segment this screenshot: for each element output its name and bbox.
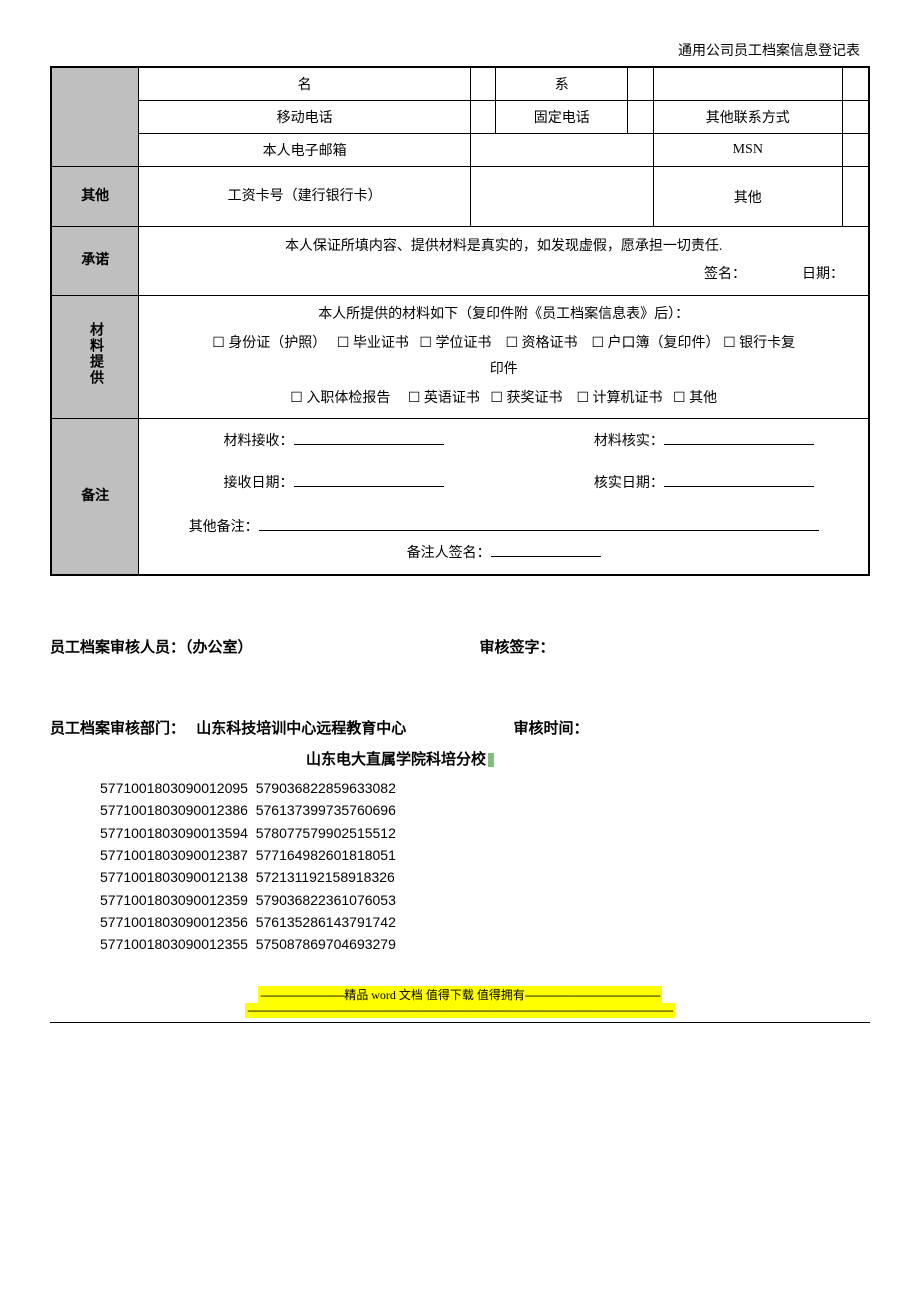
- receive-line: [294, 431, 444, 445]
- numbers-list: 5771001803090012095 579036822859633082 5…: [50, 777, 870, 956]
- page-bottom-border: [50, 1022, 870, 1023]
- remarker-sign-line: [491, 543, 601, 557]
- number-row: 5771001803090012138 572131192158918326: [100, 866, 870, 888]
- checkbox-icon: ☐: [505, 334, 518, 350]
- checkbox-icon: ☐: [419, 334, 432, 350]
- label-relation: 系: [496, 67, 628, 101]
- materials-intro: 本人所提供的材料如下（复印件附《员工档案信息表》后）：: [143, 302, 864, 329]
- footer-dash-left: ----------------------------: [260, 988, 344, 1002]
- label-salary-card: 工资卡号（建行银行卡）: [139, 167, 470, 227]
- value-other-contact: [842, 101, 869, 134]
- checkbox-icon: ☐: [490, 389, 503, 405]
- row-name-relation: 名 系: [51, 67, 869, 101]
- value-salary-card: [470, 167, 653, 227]
- label-mobile: 移动电话: [139, 101, 470, 134]
- number-row: 5771001803090012095 579036822859633082: [100, 777, 870, 799]
- label-other-other: 其他: [653, 167, 842, 227]
- review-dept-block: 员工档案审核部门： 山东科技培训中心远程教育中心 审核时间： 山东电大直属学院科…: [50, 717, 870, 769]
- side-remarks: 备注: [51, 419, 139, 575]
- footer-dash-right: ----------------------------------------…: [525, 988, 660, 1002]
- number-row: 5771001803090012387 577164982601818051: [100, 844, 870, 866]
- materials-line2: ☐ 入职体检报告 ☐ 英语证书 ☐ 获奖证书 ☐ 计算机证书 ☐ 其他: [143, 384, 864, 413]
- form-table: 名 系 移动电话 固定电话 其他联系方式 本人电子邮箱 MSN 其他 工资卡号（…: [50, 66, 870, 576]
- materials-line1-suffix: 印件: [143, 357, 864, 384]
- label-fixed-phone: 固定电话: [496, 101, 628, 134]
- label-email: 本人电子邮箱: [139, 134, 470, 167]
- other-remarks-label: 其他备注：: [189, 520, 259, 535]
- checkbox-icon: ☐: [673, 389, 686, 405]
- review-time-label: 审核时间：: [513, 717, 870, 738]
- commitment-sign-label: 签名：: [704, 267, 746, 282]
- value-other-other: [842, 167, 869, 227]
- value-name: [470, 67, 495, 101]
- value-relation: [628, 67, 653, 101]
- blank-1: [653, 67, 842, 101]
- row-remarks: 备注 材料接收： 材料核实： 接收日期： 核实日期： 其他备注：: [51, 419, 869, 575]
- number-row: 5771001803090012359 579036822361076053: [100, 889, 870, 911]
- verify-date-line: [664, 473, 814, 487]
- checkbox-icon: ☐: [337, 334, 350, 350]
- receive-label: 材料接收：: [224, 434, 294, 449]
- row-commitment: 承诺 本人保证所填内容、提供材料是真实的，如发现虚假，愿承担一切责任. 签名： …: [51, 227, 869, 296]
- footer-banner: ----------------------------精品 word 文档 值…: [50, 986, 870, 1018]
- page-header-title: 通用公司员工档案信息登记表: [50, 40, 870, 60]
- row-materials: 材料提供 本人所提供的材料如下（复印件附《员工档案信息表》后）： ☐ 身份证（护…: [51, 296, 869, 419]
- value-fixed-phone: [628, 101, 653, 134]
- dept-value-1: 山东科技培训中心远程教育中心: [196, 721, 406, 737]
- blank-2: [842, 67, 869, 101]
- receive-date-line: [294, 473, 444, 487]
- verify-line: [664, 431, 814, 445]
- value-msn: [842, 134, 869, 167]
- checkbox-icon: ☐: [212, 334, 225, 350]
- label-other-contact: 其他联系方式: [653, 101, 842, 134]
- materials-content: 本人所提供的材料如下（复印件附《员工档案信息表》后）： ☐ 身份证（护照） ☐ …: [139, 296, 869, 419]
- row-phones: 移动电话 固定电话 其他联系方式: [51, 101, 869, 134]
- commitment-text: 本人保证所填内容、提供材料是真实的，如发现虚假，愿承担一切责任.: [143, 233, 864, 261]
- value-mobile: [470, 101, 495, 134]
- number-row: 5771001803090012356 576135286143791742: [100, 911, 870, 933]
- footer-text: 精品 word 文档 值得下载 值得拥有: [344, 988, 525, 1002]
- checkbox-icon: ☐: [723, 334, 736, 350]
- verify-label: 材料核实：: [594, 434, 664, 449]
- number-row: 5771001803090012355 575087869704693279: [100, 933, 870, 955]
- checkbox-icon: ☐: [290, 389, 303, 405]
- remarks-content: 材料接收： 材料核实： 接收日期： 核实日期： 其他备注： 备注人签名：: [139, 419, 869, 575]
- other-remarks-line: [259, 517, 819, 531]
- dept-value-2: 山东电大直属学院科培分校: [306, 752, 486, 768]
- receive-date-label: 接收日期：: [224, 476, 294, 491]
- materials-line1: ☐ 身份证（护照） ☐ 毕业证书 ☐ 学位证书 ☐ 资格证书 ☐ 户口簿（复印件…: [143, 329, 864, 358]
- checkbox-icon: ☐: [592, 334, 605, 350]
- cursor-icon: [488, 753, 494, 767]
- row-other-section: 其他 工资卡号（建行银行卡） 其他: [51, 167, 869, 227]
- commitment-date-label: 日期：: [802, 267, 844, 282]
- side-blank-1: [51, 67, 139, 167]
- value-email: [470, 134, 653, 167]
- number-row: 5771001803090013594 578077579902515512: [100, 822, 870, 844]
- footer-line2: ----------------------------------------…: [245, 1003, 674, 1018]
- row-email-msn: 本人电子邮箱 MSN: [51, 134, 869, 167]
- side-other: 其他: [51, 167, 139, 227]
- checkbox-icon: ☐: [576, 389, 589, 405]
- side-commitment: 承诺: [51, 227, 139, 296]
- review-sign-label: 审核签字：: [480, 636, 870, 657]
- checkbox-icon: ☐: [408, 389, 421, 405]
- remarker-sign-label: 备注人签名：: [407, 546, 491, 561]
- reviewer-row: 员工档案审核人员：（办公室） 审核签字：: [50, 636, 870, 657]
- dept-label: 员工档案审核部门：: [50, 721, 185, 737]
- verify-date-label: 核实日期：: [594, 476, 664, 491]
- number-row: 5771001803090012386 576137399735760696: [100, 799, 870, 821]
- commitment-content: 本人保证所填内容、提供材料是真实的，如发现虚假，愿承担一切责任. 签名： 日期：: [139, 227, 869, 296]
- side-materials: 材料提供: [51, 296, 139, 419]
- reviewer-label: 员工档案审核人员：（办公室）: [50, 636, 480, 657]
- label-name: 名: [139, 67, 470, 101]
- label-msn: MSN: [653, 134, 842, 167]
